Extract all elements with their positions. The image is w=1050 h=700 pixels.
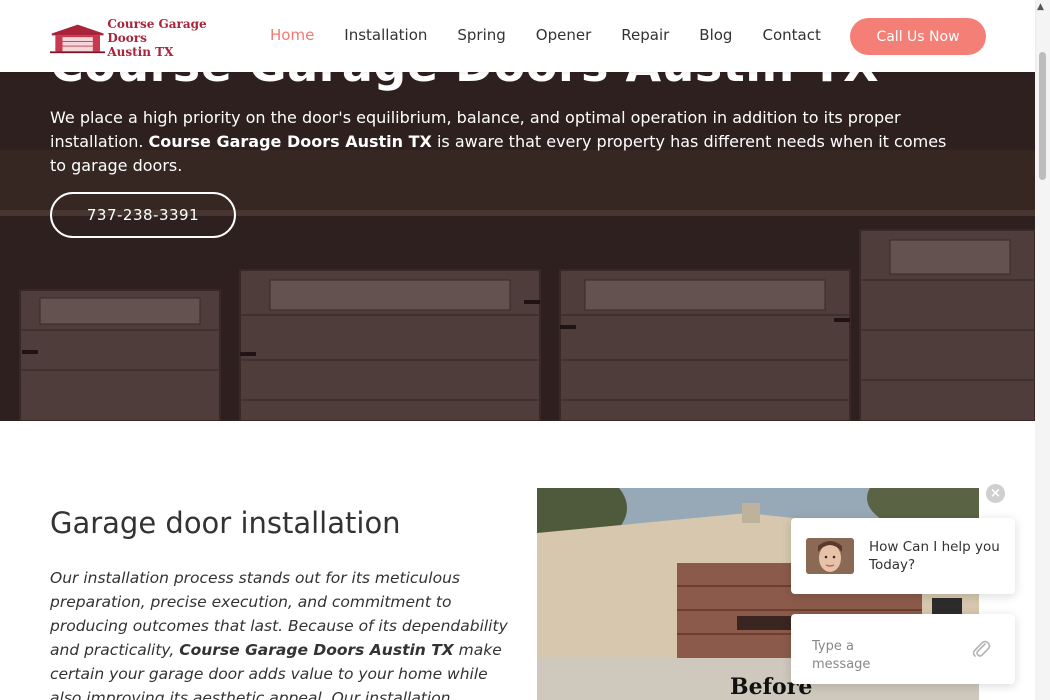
nav-spring[interactable]: Spring [457, 26, 505, 44]
page-scrollbar[interactable]: ▲ [1035, 0, 1050, 700]
hero-description-brand: Course Garage Doors Austin TX [148, 132, 432, 151]
nav-blog[interactable]: Blog [699, 26, 732, 44]
site-header: Course Garage Doors Austin TX Home Insta… [0, 0, 1035, 72]
hero-description: We place a high priority on the door's e… [50, 106, 950, 178]
main-nav: Home Installation Spring Opener Repair B… [270, 26, 851, 44]
scroll-up-arrow-icon[interactable]: ▲ [1037, 2, 1044, 12]
nav-contact[interactable]: Contact [762, 26, 820, 44]
chat-input-placeholder[interactable]: Type a message [812, 638, 892, 674]
nav-installation[interactable]: Installation [344, 26, 427, 44]
logo[interactable]: Course Garage Doors Austin TX [50, 17, 235, 59]
chat-greeting: How Can I help you Today? [869, 539, 1000, 573]
scrollbar-thumb[interactable] [1039, 52, 1046, 180]
nav-home[interactable]: Home [270, 26, 314, 44]
avatar [806, 538, 854, 574]
installation-title: Garage door installation [50, 506, 401, 540]
logo-text: Course Garage Doors Austin TX [107, 17, 207, 59]
chat-message-bubble[interactable]: How Can I help you Today? [791, 518, 1015, 594]
nav-repair[interactable]: Repair [621, 26, 669, 44]
installation-description: Our installation process stands out for … [50, 566, 510, 700]
garage-logo-icon [50, 24, 106, 54]
paperclip-icon[interactable] [971, 638, 991, 660]
agent-avatar-icon [806, 538, 854, 574]
chat-input-box[interactable]: Type a message [791, 614, 1015, 684]
phone-button[interactable]: 737-238-3391 [50, 192, 236, 238]
nav-opener[interactable]: Opener [536, 26, 591, 44]
chat-close-icon[interactable]: × [986, 484, 1005, 503]
call-us-button[interactable]: Call Us Now [850, 18, 986, 55]
installation-text-brand: Course Garage Doors Austin TX [179, 641, 454, 659]
